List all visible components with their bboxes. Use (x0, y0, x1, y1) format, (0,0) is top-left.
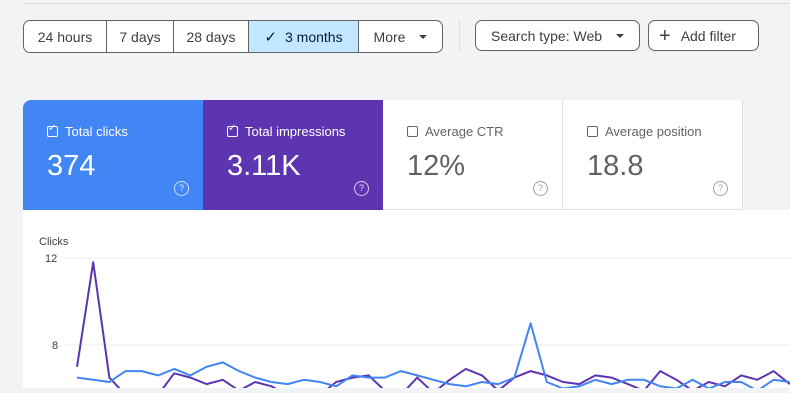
series-line-0 (76, 261, 790, 393)
metric-card-total-impressions[interactable]: ✓ Total impressions 3.11K ? (203, 100, 383, 210)
metric-value: 3.11K (227, 150, 301, 182)
search-type-label: Search type: Web (491, 27, 603, 44)
metric-value: 12% (407, 150, 466, 182)
help-icon[interactable]: ? (174, 181, 189, 196)
metric-label: Average position (605, 124, 702, 139)
metric-label: Total impressions (245, 124, 346, 139)
checkmark-icon: ✓ (264, 28, 277, 46)
range-3-months-button[interactable]: ✓ 3 months (249, 21, 359, 52)
checkbox-unchecked-icon[interactable] (407, 126, 418, 137)
dropdown-arrow-icon (419, 34, 428, 39)
performance-chart-panel: Clicks 12 8 (23, 210, 790, 393)
metric-label: Total clicks (65, 124, 128, 139)
checkbox-checked-icon[interactable]: ✓ (227, 123, 238, 137)
metric-header: ✓ Total impressions (227, 123, 346, 139)
range-label: 28 days (186, 28, 236, 45)
top-divider (22, 3, 790, 4)
range-label: 3 months (284, 28, 343, 45)
date-range-selector: 24 hours 7 days 28 days ✓ 3 months More (23, 20, 443, 53)
toolbar-separator (459, 20, 460, 51)
add-filter-button[interactable]: + Add filter (648, 20, 759, 51)
metric-header: ✓ Total clicks (47, 123, 128, 139)
search-type-dropdown[interactable]: Search type: Web (475, 20, 640, 51)
y-tick-label: 12 (45, 253, 57, 265)
plus-icon: + (659, 24, 671, 47)
metric-value: 374 (47, 150, 96, 182)
help-icon[interactable]: ? (533, 181, 548, 196)
range-28-days-button[interactable]: 28 days (174, 21, 249, 52)
range-more-dropdown[interactable]: More (359, 21, 442, 52)
y-axis-title: Clicks (39, 236, 69, 248)
range-label: 7 days (119, 28, 161, 45)
metric-cards: ✓ Total clicks 374 ? ✓ Total impressions… (23, 100, 743, 210)
series-line-1 (76, 322, 790, 392)
add-filter-label: Add filter (680, 27, 736, 44)
range-7-days-button[interactable]: 7 days (107, 21, 174, 52)
metric-label: Average CTR (425, 124, 504, 139)
help-icon[interactable]: ? (354, 181, 369, 196)
metric-card-average-position[interactable]: Average position 18.8 ? (563, 100, 743, 210)
help-icon[interactable]: ? (713, 181, 728, 196)
metric-card-average-ctr[interactable]: Average CTR 12% ? (383, 100, 563, 210)
metric-header: Average CTR (407, 124, 504, 139)
checkbox-checked-icon[interactable]: ✓ (47, 123, 58, 137)
checkbox-unchecked-icon[interactable] (587, 126, 598, 137)
range-24-hours-button[interactable]: 24 hours (24, 21, 107, 52)
range-label: 24 hours (37, 28, 93, 45)
check-mark-icon: ✓ (228, 123, 237, 134)
range-label: More (373, 28, 406, 45)
y-tick-label: 8 (52, 340, 58, 352)
dropdown-arrow-icon (616, 33, 625, 38)
check-mark-icon: ✓ (48, 123, 57, 134)
performance-chart: Clicks 12 8 (39, 236, 790, 393)
metric-value: 18.8 (587, 150, 644, 182)
metric-card-total-clicks[interactable]: ✓ Total clicks 374 ? (23, 100, 203, 210)
metric-header: Average position (587, 124, 702, 139)
